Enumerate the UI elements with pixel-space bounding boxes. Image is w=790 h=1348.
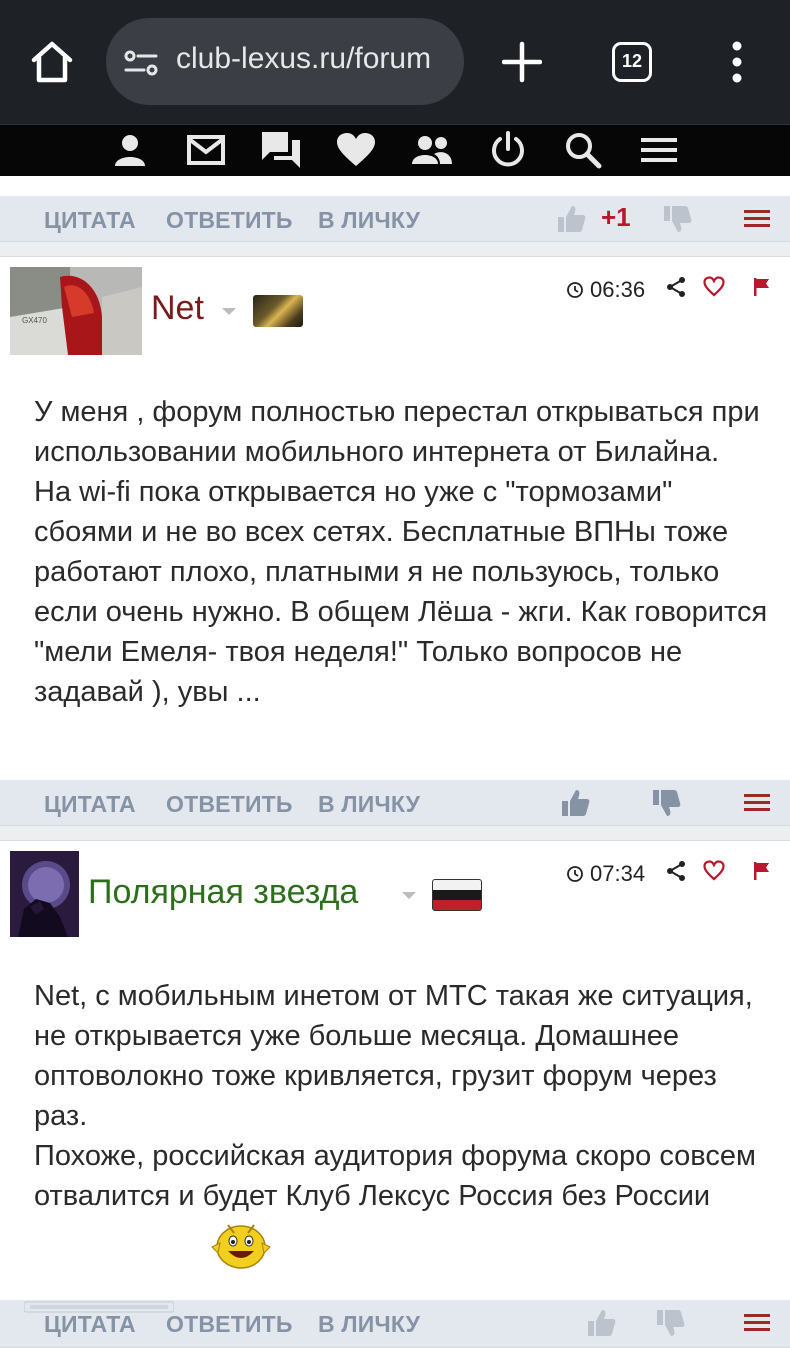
- user-icon[interactable]: [108, 129, 152, 171]
- reply-button[interactable]: ОТВЕТИТЬ: [166, 1311, 293, 1338]
- thumbs-up-icon[interactable]: [586, 1308, 616, 1338]
- post-action-bar: ЦИТАТА ОТВЕТИТЬ В ЛИЧКУ +1: [0, 196, 790, 242]
- post-time-text: 07:34: [590, 861, 646, 886]
- post-score: +1: [601, 202, 631, 232]
- quote-button[interactable]: ЦИТАТА: [44, 207, 136, 234]
- clock-icon: [567, 282, 583, 298]
- laughing-smiley-icon: [208, 1217, 274, 1271]
- flag-icon[interactable]: [752, 276, 774, 298]
- clock-icon: [567, 866, 583, 882]
- thumbs-up-icon[interactable]: [560, 788, 590, 818]
- rank-badge: [253, 295, 303, 327]
- power-icon[interactable]: [486, 129, 530, 171]
- address-bar[interactable]: club-lexus.ru/forum: [106, 18, 464, 105]
- menu-icon[interactable]: [637, 129, 681, 171]
- avatar[interactable]: GX470: [10, 267, 142, 355]
- chevron-down-icon[interactable]: [222, 308, 236, 315]
- browser-toolbar: club-lexus.ru/forum 12: [0, 0, 790, 124]
- quote-button[interactable]: ЦИТАТА: [44, 791, 136, 818]
- forum-post: GX470 Net 06:36 У меня , форум полностью…: [0, 256, 790, 780]
- forum-navbar: [0, 124, 790, 176]
- private-message-button[interactable]: В ЛИЧКУ: [318, 207, 420, 234]
- post-time[interactable]: 07:34: [566, 861, 645, 887]
- post-menu-icon[interactable]: [744, 1312, 770, 1334]
- forum-post: Полярная звезда 07:34 Net, с мобильным и…: [0, 840, 790, 1300]
- rank-badge: [432, 879, 482, 911]
- avatar[interactable]: [10, 851, 79, 937]
- post-time[interactable]: 06:36: [566, 277, 645, 303]
- post-author[interactable]: Net: [151, 289, 204, 328]
- tab-switcher-button[interactable]: 12: [612, 42, 652, 82]
- post-menu-icon[interactable]: [744, 792, 770, 814]
- thumbs-up-icon[interactable]: [556, 204, 586, 234]
- thumbs-down-icon[interactable]: [662, 204, 692, 234]
- site-settings-icon[interactable]: [124, 48, 164, 78]
- heart-icon[interactable]: [703, 860, 725, 882]
- share-icon[interactable]: [665, 276, 687, 298]
- private-message-button[interactable]: В ЛИЧКУ: [318, 1311, 420, 1338]
- svg-text:GX470: GX470: [22, 316, 47, 325]
- post-menu-icon[interactable]: [744, 208, 770, 230]
- reply-button[interactable]: ОТВЕТИТЬ: [166, 791, 293, 818]
- post-body: У меня , форум полностью перестал открыв…: [34, 396, 768, 708]
- post-author[interactable]: Полярная звезда: [88, 873, 358, 912]
- thumbs-down-icon[interactable]: [651, 788, 681, 818]
- more-options-icon[interactable]: [726, 40, 748, 84]
- search-icon[interactable]: [561, 129, 605, 171]
- url-text: club-lexus.ru/forum: [176, 42, 432, 75]
- flag-icon[interactable]: [752, 860, 774, 882]
- post-body: Net, с мобильным инетом от МТС такая же …: [34, 980, 756, 1212]
- chevron-down-icon[interactable]: [402, 892, 416, 899]
- club-lexus-watermark-icon: [23, 1298, 175, 1319]
- new-tab-icon[interactable]: [501, 40, 543, 84]
- private-message-button[interactable]: В ЛИЧКУ: [318, 791, 420, 818]
- post-action-bar: ЦИТАТА ОТВЕТИТЬ В ЛИЧКУ: [0, 780, 790, 826]
- home-icon[interactable]: [28, 38, 76, 86]
- share-icon[interactable]: [665, 860, 687, 882]
- mail-icon[interactable]: [184, 129, 228, 171]
- thumbs-down-icon[interactable]: [655, 1308, 685, 1338]
- friends-icon[interactable]: [410, 129, 454, 171]
- previous-post-tail: [0, 176, 790, 196]
- messages-icon[interactable]: [259, 129, 303, 171]
- reply-button[interactable]: ОТВЕТИТЬ: [166, 207, 293, 234]
- heart-icon[interactable]: [334, 129, 378, 171]
- post-time-text: 06:36: [590, 277, 646, 302]
- heart-icon[interactable]: [703, 276, 725, 298]
